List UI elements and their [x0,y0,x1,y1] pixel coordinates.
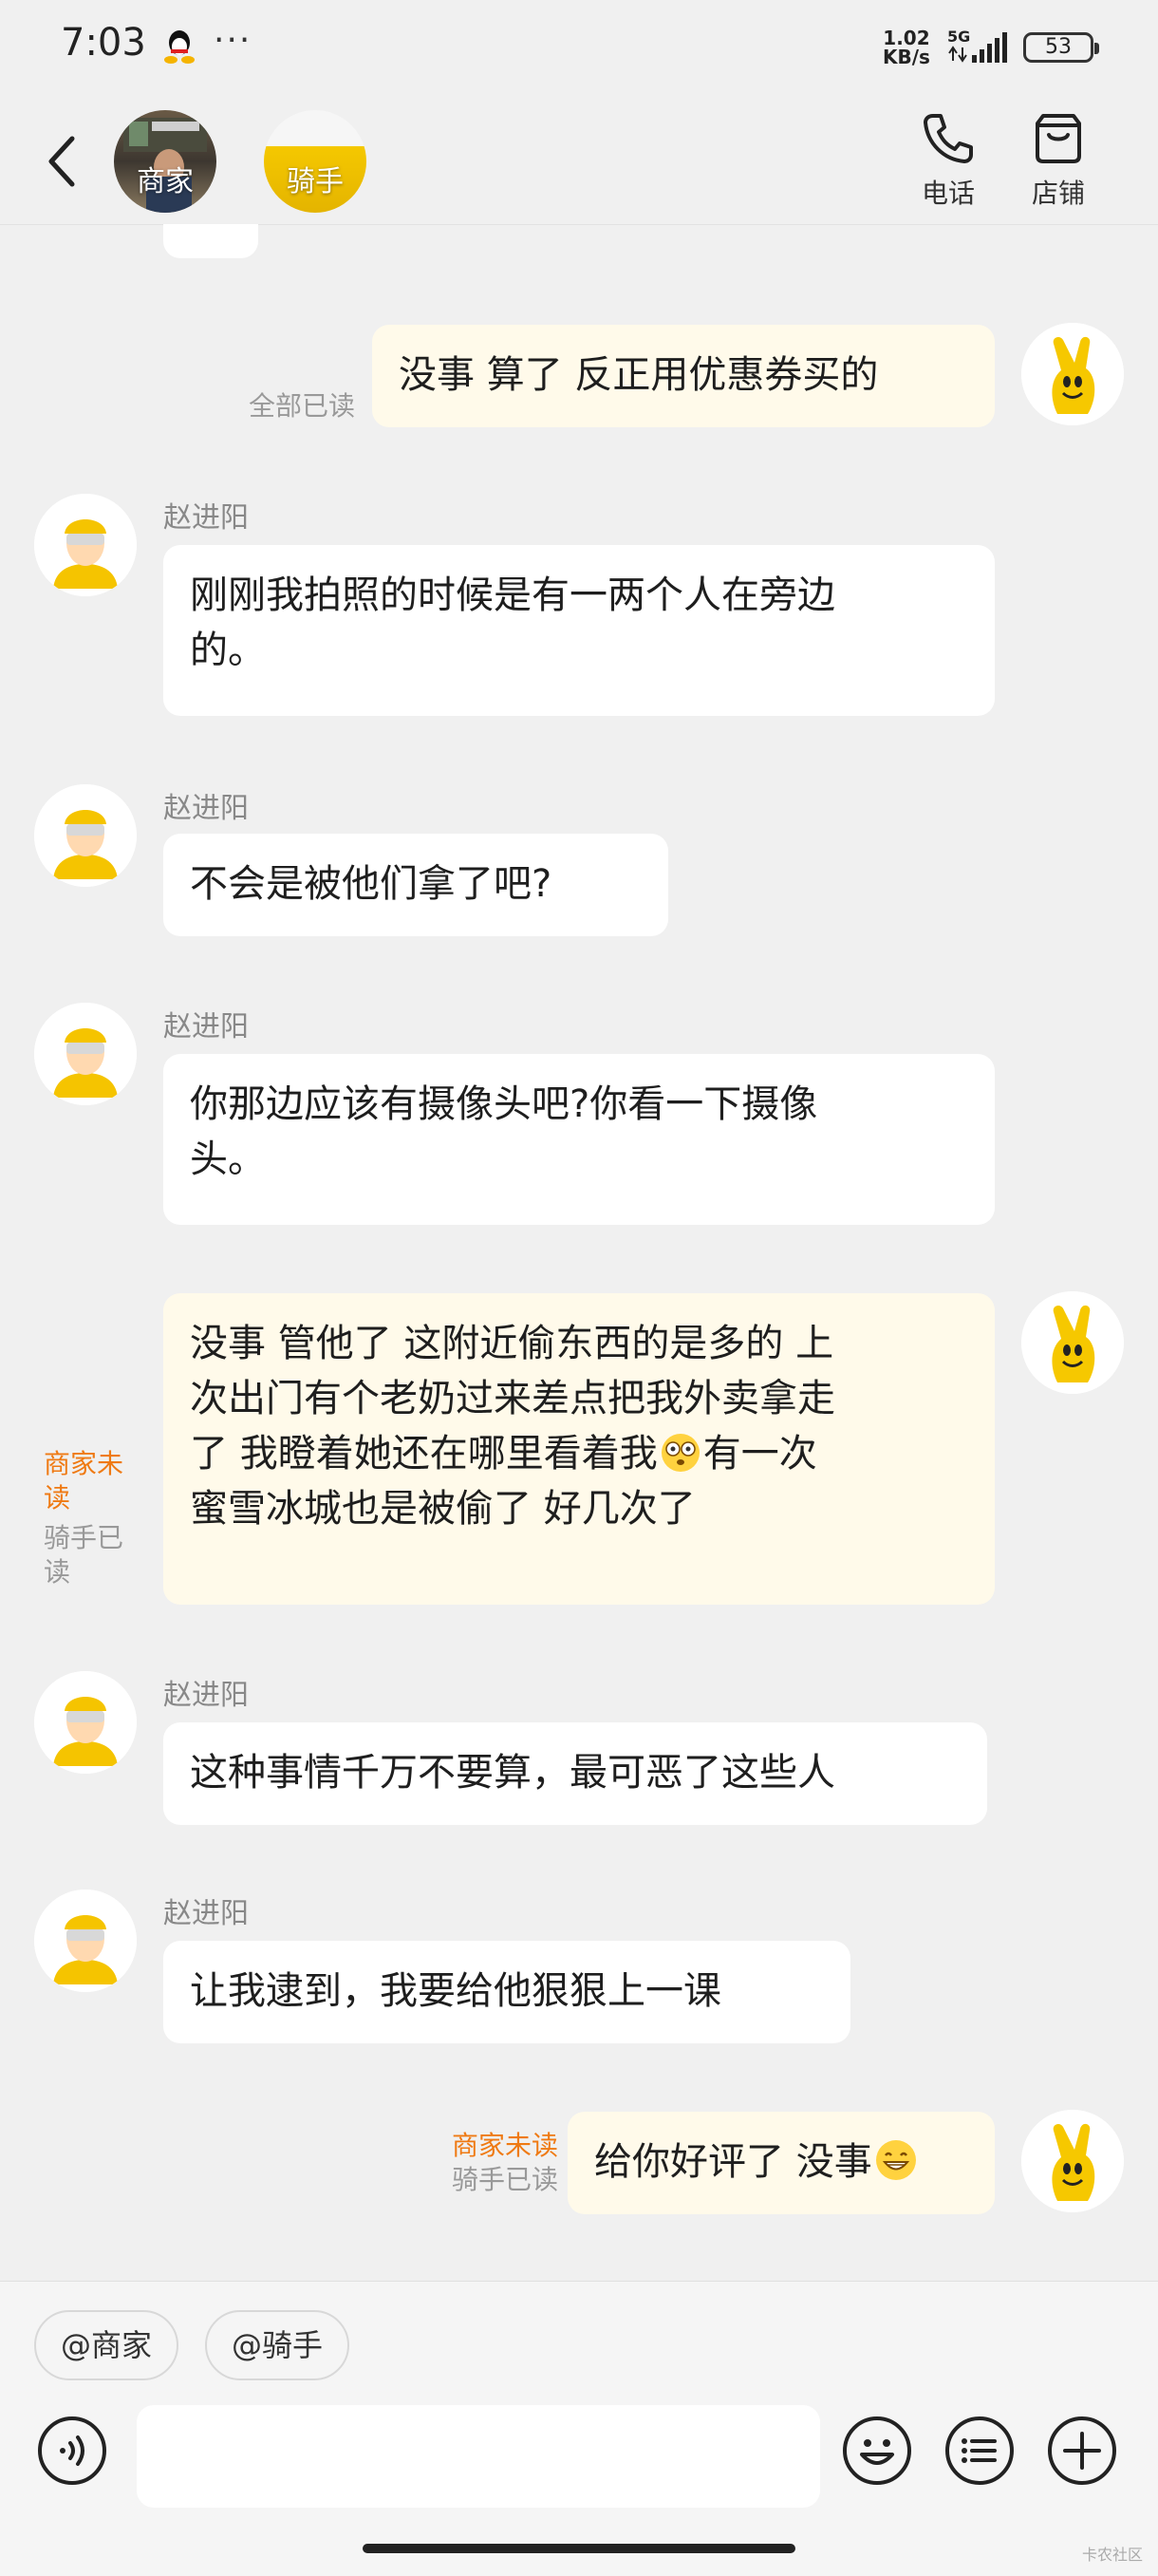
my-avatar[interactable] [1021,1291,1124,1394]
message-bubble[interactable]: 给你好评了 没事 [568,2112,995,2214]
net-speed-unit: KB/s [883,46,930,68]
rider-zhao-avatar[interactable] [34,1671,137,1774]
read-status: 全部已读 [249,390,356,422]
voice-icon[interactable] [36,2415,108,2487]
chevron-left-icon[interactable] [42,133,80,190]
store-icon [1036,114,1081,163]
phone-label: 电话 [921,178,975,209]
unread-line: 商家未 [44,1448,124,1479]
message-bubble[interactable]: 你那边应该有摄像头吧?你看一下摄像 头。 [163,1054,995,1225]
signal-icon: 5G [947,28,1007,63]
partial-message-bubble [163,224,258,258]
message-line: 你那边应该有摄像头吧?你看一下摄像 [190,1082,818,1126]
message-bubble[interactable]: 没事 算了 反正用优惠券买的 [372,325,995,427]
read-status: 商家未读 骑手已读 [44,1447,135,1589]
message-text: 给你好评了 没事 [594,2140,872,2184]
read-line: 骑手已 [44,1522,124,1553]
rider-zhao-avatar[interactable] [34,784,137,887]
my-avatar[interactable] [1021,323,1124,425]
merchant-unread: 商家未读 [451,2130,558,2161]
quick-reply-icon[interactable] [943,2415,1016,2487]
rider-person-icon [34,494,137,596]
hand-mascot-icon [1021,323,1124,425]
phone-icon [924,114,973,163]
store-label: 店铺 [1031,178,1085,209]
emoji-icon[interactable] [841,2415,913,2487]
message-line: 刚刚我拍照的时候是有一两个人在旁边 [190,573,835,617]
rider-person-icon [34,1003,137,1105]
battery-indicator: 53 [1023,32,1099,63]
message-line: 头。 [190,1138,266,1181]
network-type: 5G [947,28,970,46]
rider-avatar[interactable]: 骑手 [264,110,366,213]
mention-rider-chip[interactable]: @骑手 [205,2310,350,2380]
sender-name: 赵进阳 [163,1897,249,1930]
rider-person-icon [34,1671,137,1774]
read-status: 商家未读 骑手已读 [444,2129,558,2197]
rider-zhao-avatar[interactable] [34,1890,137,1992]
message-line: 没事 管他了 这附近偷东西的是多的 上 [190,1322,834,1365]
sender-name: 赵进阳 [163,1010,249,1044]
store-button[interactable]: 店铺 [1016,110,1101,211]
message-bubble[interactable]: 这种事情千万不要算，最可恶了这些人 [163,1722,987,1825]
rider-read: 骑手已读 [44,1521,135,1589]
message-line: 蜜雪冰城也是被偷了 好几次了 [190,1487,696,1531]
hand-mascot-icon [1021,2110,1124,2212]
dizzy-face-emoji-icon [661,1434,700,1472]
rider-zhao-avatar[interactable] [34,494,137,596]
message-input[interactable] [137,2405,820,2508]
status-time: 7:03 [61,21,146,65]
rider-person-icon [34,784,137,887]
merchant-avatar[interactable]: 商家 [114,110,216,213]
message-bubble[interactable]: 刚刚我拍照的时候是有一两个人在旁边 的。 [163,545,995,716]
message-line: 次出门有个老奶过来差点把我外卖拿走 [190,1377,835,1420]
rider-person-icon [34,1890,137,1992]
sender-name: 赵进阳 [163,501,249,535]
add-icon[interactable] [1046,2415,1118,2487]
status-more: ··· [214,21,252,60]
rider-read: 骑手已读 [451,2164,558,2195]
home-indicator[interactable] [363,2544,795,2553]
watermark: 卡农社区 [1081,2546,1143,2564]
grinning-face-emoji-icon [875,2140,916,2180]
message-line: 了 我瞪着她还在哪里看着我 有一次 [190,1426,968,1481]
rider-zhao-avatar[interactable] [34,1003,137,1105]
phone-button[interactable]: 电话 [906,110,991,211]
chat-header: 商家 骑手 电话 店铺 [0,95,1158,225]
merchant-unread: 商家未读 [44,1447,135,1515]
net-speed: 1.02 KB/s [883,28,930,66]
message-text: 了 我瞪着她还在哪里看着我 [190,1432,658,1476]
hand-mascot-icon [1021,1291,1124,1394]
my-avatar[interactable] [1021,2110,1124,2212]
status-bar: 7:03 ··· 1.02 KB/s 5G 53 [0,0,1158,95]
message-bubble[interactable]: 让我逮到，我要给他狠狠上一课 [163,1941,850,2043]
net-speed-value: 1.02 [883,27,930,49]
sender-name: 赵进阳 [163,1679,249,1712]
merchant-label: 商家 [137,165,194,198]
qq-icon [164,30,195,64]
rider-label: 骑手 [287,165,344,198]
message-bubble[interactable]: 不会是被他们拿了吧? [163,834,668,936]
unread-line: 读 [44,1482,71,1514]
message-bubble[interactable]: 没事 管他了 这附近偷东西的是多的 上 次出门有个老奶过来差点把我外卖拿走 了 … [163,1293,995,1605]
message-text: 有一次 [702,1432,817,1476]
read-line: 读 [44,1556,71,1588]
mention-merchant-chip[interactable]: @商家 [34,2310,179,2380]
sender-name: 赵进阳 [163,792,249,825]
input-panel: @商家 @骑手 卡农社区 [0,2281,1158,2576]
message-line: 的。 [190,629,266,672]
